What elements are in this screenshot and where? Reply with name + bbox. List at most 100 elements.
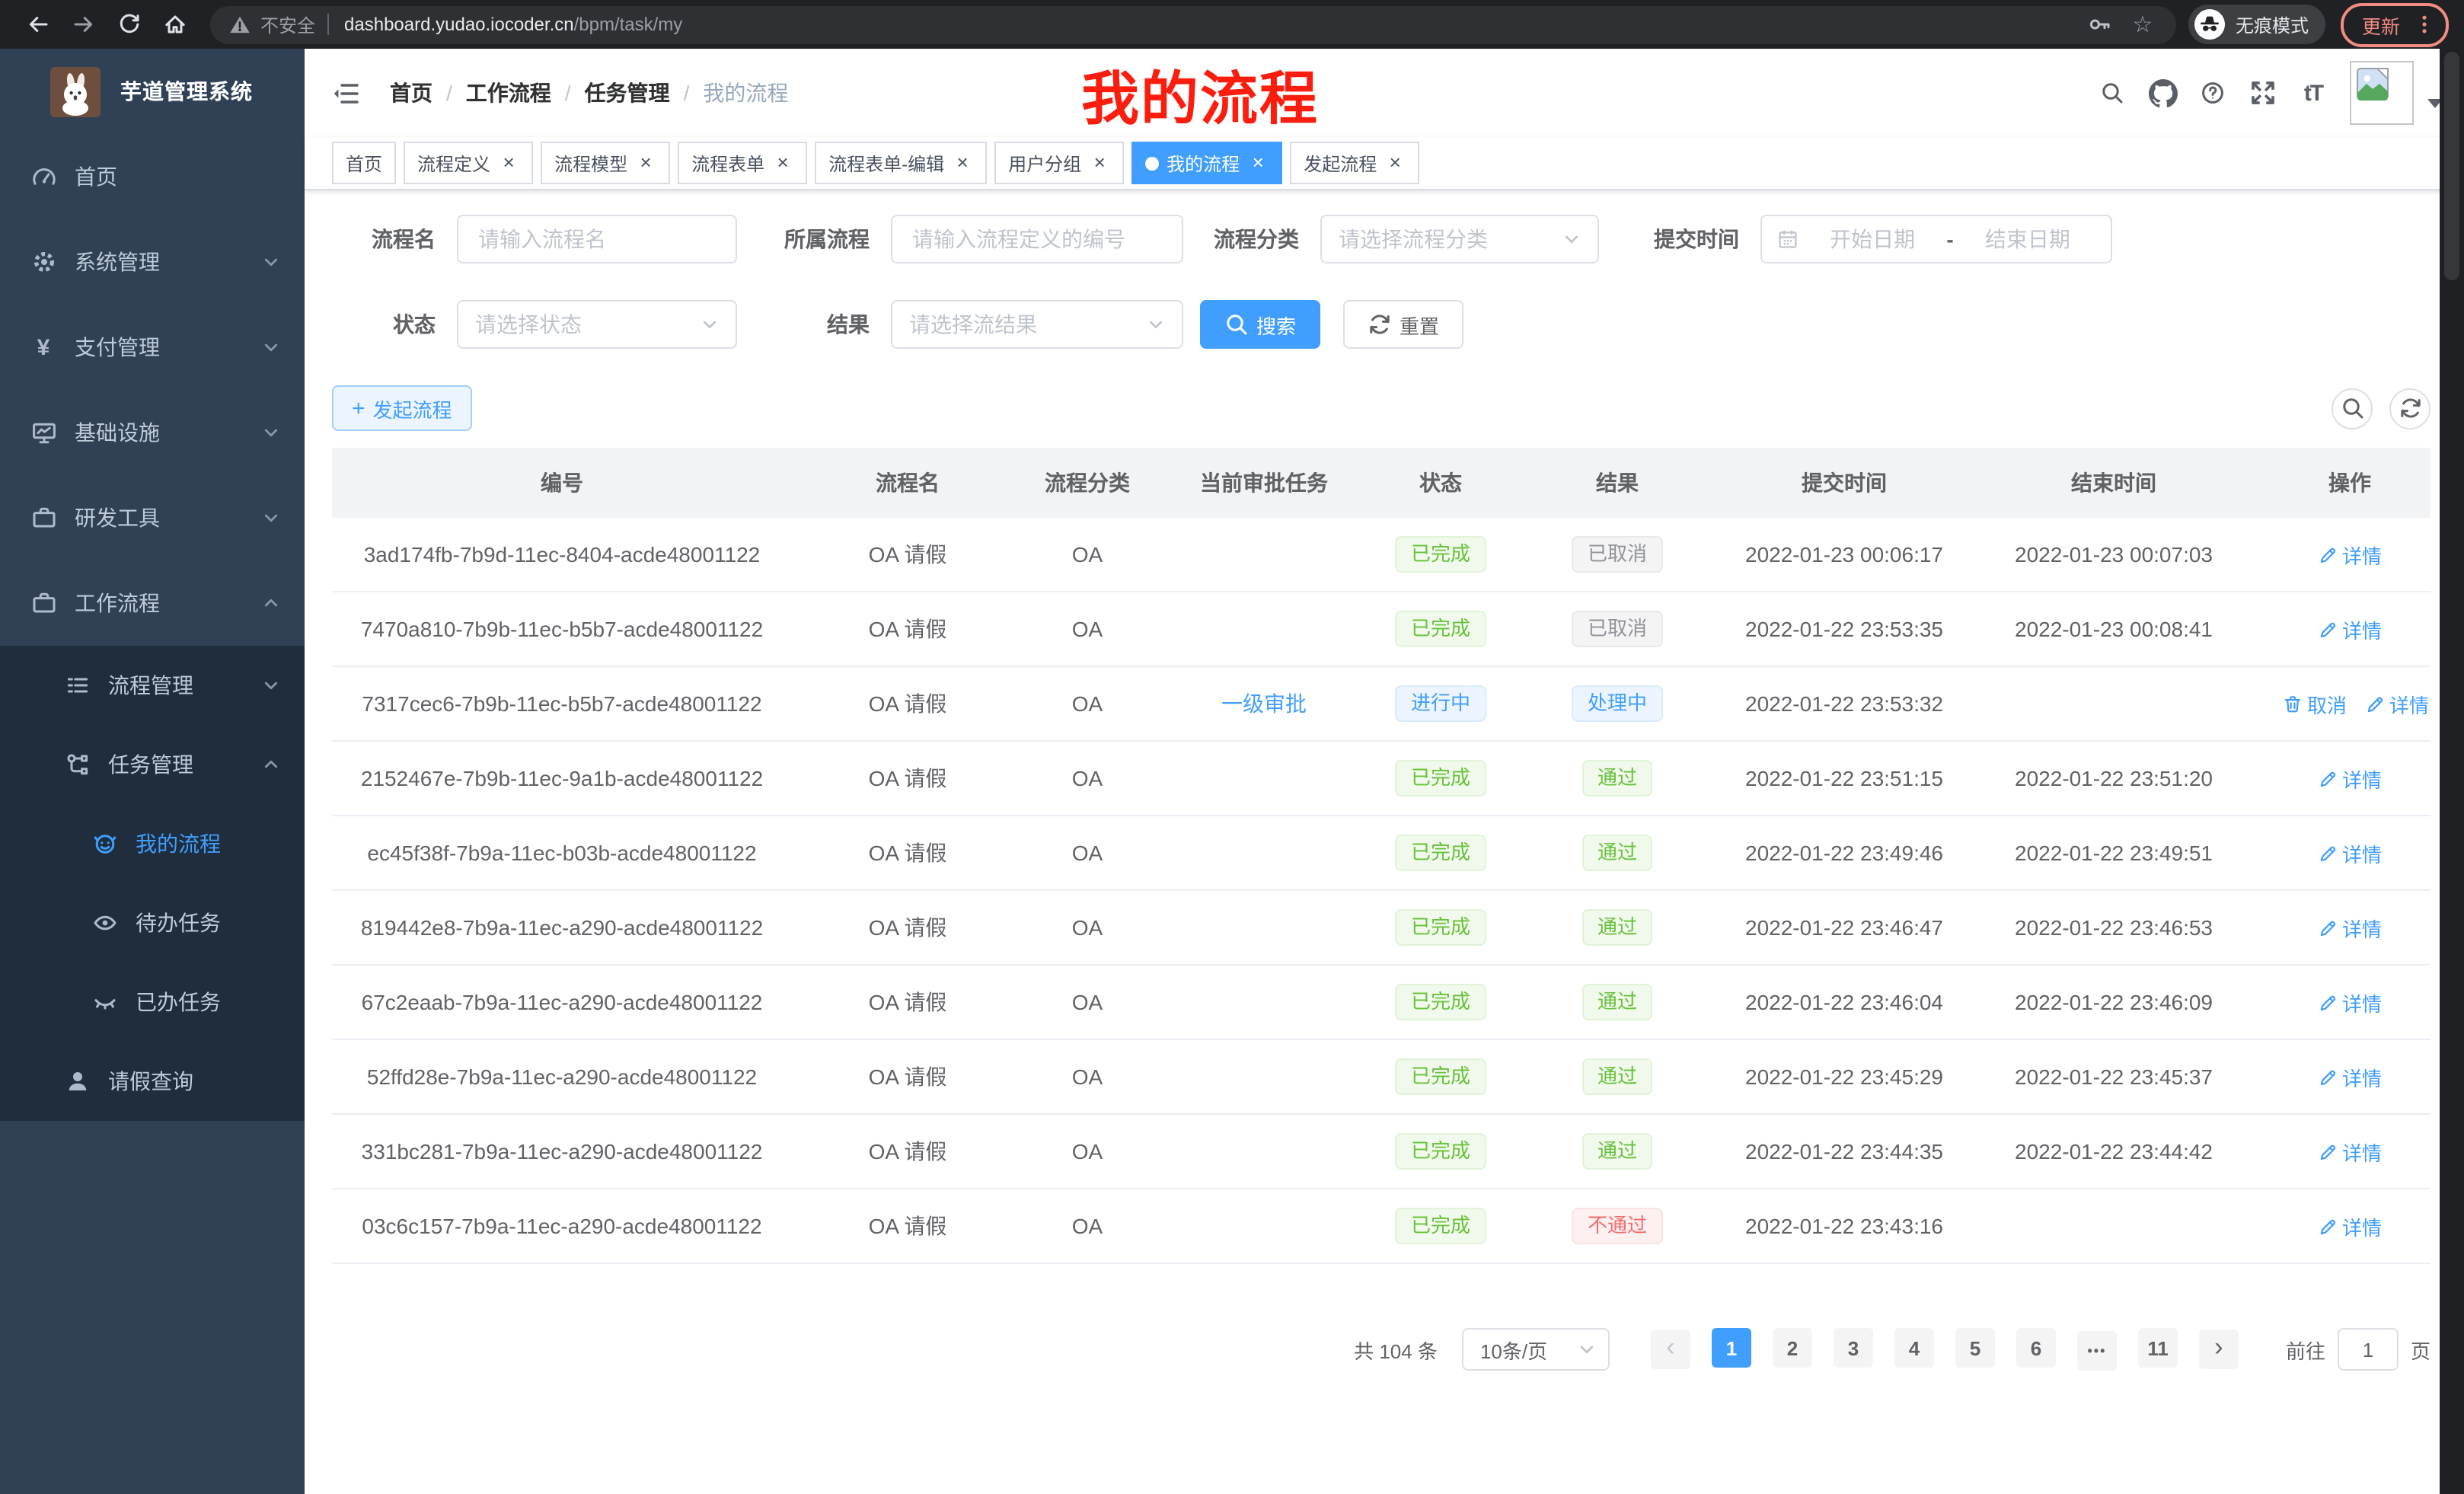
page-button-11[interactable]: 11: [2138, 1329, 2178, 1368]
refresh-table-button[interactable]: [2389, 388, 2430, 429]
breadcrumb-item-任务管理[interactable]: 任务管理: [585, 78, 670, 108]
detail-link[interactable]: 详情: [2318, 1062, 2382, 1091]
detail-link[interactable]: 详情: [2318, 838, 2382, 867]
reset-button[interactable]: 重置: [1343, 300, 1463, 349]
detail-link[interactable]: 详情: [2318, 1137, 2382, 1166]
browser-menu-icon[interactable]: [2414, 14, 2435, 35]
search-button[interactable]: 搜索: [1200, 300, 1320, 349]
address-bar[interactable]: 不安全 dashboard.yudao.iocoder.cn/bpm/task/…: [210, 5, 2176, 43]
face-icon: [91, 832, 117, 856]
close-icon[interactable]: ×: [498, 152, 519, 174]
page-button-4[interactable]: 4: [1894, 1329, 1934, 1368]
avatar[interactable]: [2350, 61, 2414, 125]
reload-icon[interactable]: [111, 6, 148, 43]
name-input[interactable]: [475, 225, 719, 253]
cell-result: 通过: [1505, 965, 1730, 1039]
detail-link[interactable]: 详情: [2318, 988, 2382, 1017]
sidebar-item-任务管理[interactable]: 任务管理: [0, 725, 305, 804]
sidebar-item-请假查询[interactable]: 请假查询: [0, 1042, 305, 1121]
close-icon[interactable]: ×: [635, 152, 656, 174]
breadcrumb-item-工作流程[interactable]: 工作流程: [466, 78, 551, 108]
font-size-icon[interactable]: tT: [2295, 75, 2332, 111]
tab-用户分组[interactable]: 用户分组×: [994, 142, 1124, 184]
close-icon[interactable]: ×: [1247, 152, 1269, 174]
update-button[interactable]: 更新: [2341, 2, 2449, 46]
cell-status: 已完成: [1377, 816, 1505, 890]
key-icon[interactable]: [2083, 8, 2117, 41]
category-select[interactable]: 请选择流程分类: [1320, 215, 1599, 263]
sidebar-item-首页[interactable]: 首页: [0, 134, 305, 219]
cell-submit-time: 2022-01-22 23:45:29: [1730, 1039, 1958, 1114]
page-button-5[interactable]: 5: [1955, 1329, 1995, 1368]
tab-发起流程[interactable]: 发起流程×: [1290, 142, 1419, 184]
more-pages-button[interactable]: •••: [2077, 1331, 2117, 1371]
eye-closed-icon: [91, 990, 117, 1014]
sidebar-item-工作流程[interactable]: 工作流程: [0, 560, 305, 646]
close-icon[interactable]: ×: [772, 152, 793, 174]
detail-link[interactable]: 详情: [2318, 615, 2382, 643]
breadcrumb: 首页/工作流程/任务管理/我的流程: [390, 78, 788, 108]
detail-link[interactable]: 详情: [2318, 764, 2382, 793]
detail-link[interactable]: 详情: [2318, 1211, 2382, 1240]
total-count: 共 104 条: [1354, 1335, 1438, 1364]
forward-icon[interactable]: [65, 6, 102, 43]
create-process-button[interactable]: + 发起流程: [332, 385, 472, 431]
sidebar-item-研发工具[interactable]: 研发工具: [0, 475, 305, 560]
scrollbar-thumb[interactable]: [2444, 52, 2459, 280]
sidebar-collapse-icon[interactable]: [326, 73, 365, 113]
action-label: 详情: [2389, 689, 2429, 718]
app-logo[interactable]: 芋道管理系统: [0, 49, 305, 134]
sidebar-item-我的流程[interactable]: 我的流程: [0, 804, 305, 883]
cancel-link[interactable]: 取消: [2283, 689, 2347, 718]
fullscreen-icon[interactable]: [2245, 75, 2281, 111]
process-input[interactable]: [909, 225, 1165, 253]
sidebar-item-支付管理[interactable]: ¥支付管理: [0, 305, 305, 390]
tab-流程模型[interactable]: 流程模型×: [541, 142, 670, 184]
tab-首页[interactable]: 首页: [332, 142, 396, 184]
browser-scrollbar[interactable]: [2440, 49, 2464, 1494]
cell-actions: 详情: [2269, 1189, 2430, 1263]
refresh-icon: [1368, 312, 1392, 337]
column-header: 流程分类: [1023, 448, 1151, 518]
github-icon[interactable]: [2144, 75, 2181, 111]
page-size-select[interactable]: 10条/页: [1462, 1328, 1610, 1371]
close-icon[interactable]: ×: [1384, 152, 1406, 174]
close-icon[interactable]: ×: [1089, 152, 1110, 174]
status-select[interactable]: 请选择状态: [457, 300, 737, 349]
result-badge: 处理中: [1572, 685, 1662, 722]
show-search-button[interactable]: [2332, 388, 2373, 429]
detail-link[interactable]: 详情: [2318, 540, 2382, 569]
close-icon[interactable]: ×: [952, 152, 973, 174]
date-range-picker[interactable]: 开始日期 - 结束日期: [1760, 215, 2112, 263]
back-icon[interactable]: [20, 6, 56, 43]
star-icon[interactable]: ☆: [2126, 8, 2159, 41]
tab-我的流程[interactable]: 我的流程×: [1131, 142, 1282, 184]
tab-流程定义[interactable]: 流程定义×: [404, 142, 533, 184]
page-button-3[interactable]: 3: [1834, 1329, 1873, 1368]
sidebar-item-系统管理[interactable]: 系统管理: [0, 219, 305, 305]
result-select[interactable]: 请选择流结果: [891, 300, 1183, 349]
current-task-link[interactable]: 一级审批: [1221, 691, 1307, 716]
page-button-1[interactable]: 1: [1712, 1329, 1751, 1368]
tab-流程表单[interactable]: 流程表单×: [678, 142, 807, 184]
goto-page-input[interactable]: [2338, 1328, 2399, 1371]
sidebar-item-已办任务[interactable]: 已办任务: [0, 962, 305, 1042]
cell-category: OA: [1023, 1189, 1151, 1263]
sidebar-item-label: 工作流程: [75, 588, 160, 618]
prev-page-button[interactable]: ‹: [1651, 1330, 1690, 1369]
next-page-button[interactable]: ›: [2199, 1330, 2239, 1369]
page-button-2[interactable]: 2: [1773, 1329, 1812, 1368]
page-button-6[interactable]: 6: [2016, 1329, 2056, 1368]
sidebar-item-待办任务[interactable]: 待办任务: [0, 883, 305, 962]
detail-link[interactable]: 详情: [2318, 913, 2382, 942]
sidebar-item-基础设施[interactable]: 基础设施: [0, 390, 305, 475]
home-icon[interactable]: [157, 6, 193, 43]
detail-link[interactable]: 详情: [2365, 689, 2429, 718]
sidebar-item-流程管理[interactable]: 流程管理: [0, 646, 305, 725]
breadcrumb-item-首页[interactable]: 首页: [390, 78, 432, 108]
tab-流程表单-编辑[interactable]: 流程表单-编辑×: [815, 142, 987, 184]
help-icon[interactable]: [2194, 75, 2231, 111]
sidebar-item-label: 流程管理: [108, 670, 193, 701]
cell-id: 67c2eaab-7b9a-11ec-a290-acde48001122: [332, 965, 792, 1039]
search-icon[interactable]: [2094, 75, 2130, 111]
